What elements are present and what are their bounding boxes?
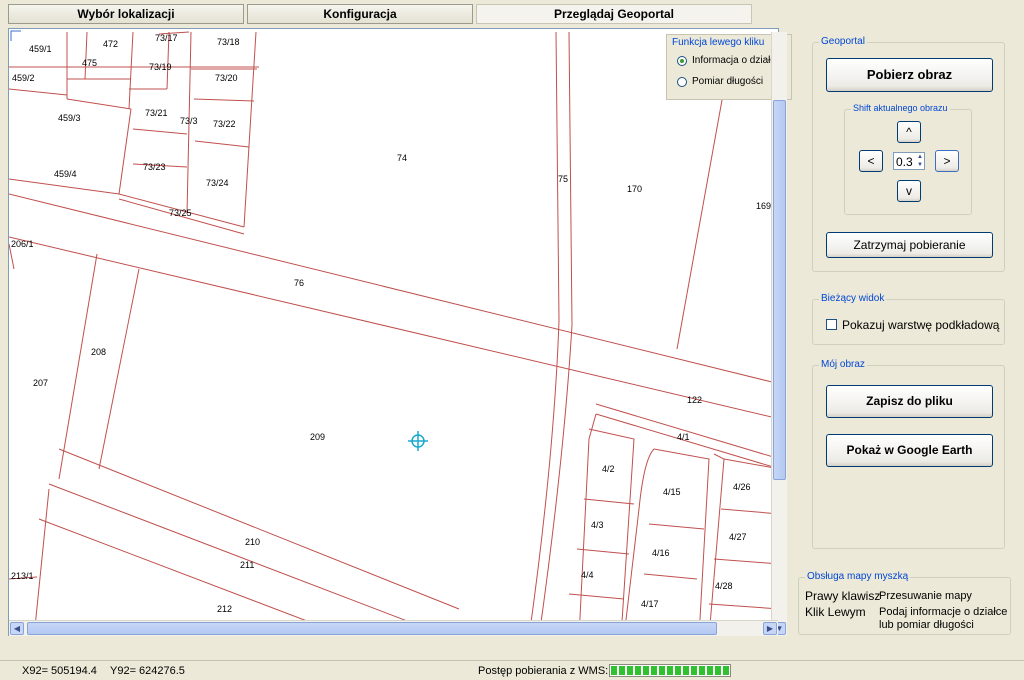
- parcel-label: 207: [33, 378, 48, 388]
- parcel-label: 4/4: [581, 570, 594, 580]
- wms-progress-bar: [609, 664, 731, 677]
- left-click-action-1: Podaj informacje o działce: [879, 606, 1008, 618]
- radio-info-o-dzialce[interactable]: [677, 56, 687, 66]
- parcel-label: 475: [82, 58, 97, 68]
- parcel-label: 472: [103, 39, 118, 49]
- parcel-label: 459/2: [12, 73, 35, 83]
- parcel-label: 73/23: [143, 162, 166, 172]
- parcel-map[interactable]: 459/1 472 73/17 73/18 475 73/19 459/2 73…: [9, 29, 779, 636]
- parcel-label: 4/3: [591, 520, 604, 530]
- scroll-right-icon[interactable]: ▶: [763, 622, 777, 635]
- shift-group: Shift aktualnego obrazu ^ < 0.3 ▲ ▼ > v: [844, 103, 972, 215]
- tab-wybor-lokalizacji[interactable]: Wybór lokalizacji: [8, 4, 244, 24]
- parcel-label: 4/27: [729, 532, 747, 542]
- left-click-action-2: lub pomiar długości: [879, 619, 974, 631]
- parcel-label: 73/17: [155, 33, 178, 43]
- progress-label: Postęp pobierania z WMS:: [478, 665, 609, 677]
- crosshair-icon: [408, 431, 428, 451]
- parcel-label: 459/4: [54, 169, 77, 179]
- show-google-earth-button[interactable]: Pokaż w Google Earth: [826, 434, 993, 467]
- current-view-group: Bieżący widok Pokazuj warstwę podkładową: [812, 293, 1005, 345]
- parcel-label: 208: [91, 347, 106, 357]
- left-click-function-title: Funkcja lewego kliku: [672, 37, 765, 48]
- parcel-label: 211: [240, 560, 254, 570]
- parcel-label: 73/19: [149, 62, 172, 72]
- map-viewport[interactable]: 459/1 472 73/17 73/18 475 73/19 459/2 73…: [8, 28, 779, 636]
- save-to-file-button[interactable]: Zapisz do pliku: [826, 385, 993, 418]
- parcel-label: 212: [217, 604, 232, 614]
- y-coord-value: 624276.5: [139, 665, 185, 677]
- parcel-label: 206/1: [11, 239, 34, 249]
- parcel-label: 73/20: [215, 73, 238, 83]
- shift-left-button[interactable]: <: [859, 150, 883, 172]
- mouse-help-title: Obsługa mapy myszką: [805, 571, 911, 582]
- parcel-label: 73/3: [180, 116, 198, 126]
- shift-right-button[interactable]: >: [935, 150, 959, 172]
- radio-pomiar-label: Pomiar długości: [692, 76, 764, 87]
- parcel-labels: 459/1 472 73/17 73/18 475 73/19 459/2 73…: [11, 33, 778, 614]
- map-horizontal-scrollbar[interactable]: ◀ ▶: [9, 620, 778, 636]
- parcel-label: 122: [687, 395, 702, 405]
- map-vertical-scrollbar[interactable]: ▼: [771, 32, 787, 636]
- parcel-label: 213/1: [11, 571, 34, 581]
- tab-przegladaj-geoportal[interactable]: Przeglądaj Geoportal: [476, 4, 752, 24]
- parcel-label: 4/16: [652, 548, 670, 558]
- shift-value-spinner[interactable]: 0.3 ▲ ▼: [893, 152, 925, 170]
- parcel-label: 210: [245, 537, 260, 547]
- current-view-title: Bieżący widok: [819, 293, 887, 304]
- corner-marker: [10, 30, 21, 41]
- shift-down-button[interactable]: v: [897, 180, 921, 202]
- horizontal-scroll-thumb[interactable]: [27, 622, 717, 635]
- show-base-layer-label: Pokazuj warstwę podkładową: [842, 318, 1000, 332]
- show-base-layer-checkbox[interactable]: [826, 319, 837, 330]
- right-key-label: Prawy klawisz: [805, 589, 881, 603]
- mouse-help-group: Obsługa mapy myszką Prawy klawisz Przesu…: [798, 571, 1011, 635]
- parcel-label: 73/18: [217, 37, 240, 47]
- parcel-label: 4/15: [663, 487, 681, 497]
- parcel-label: 73/22: [213, 119, 236, 129]
- tab-bar: Wybór lokalizacji Konfiguracja Przegląda…: [8, 2, 752, 26]
- parcel-label: 73/24: [206, 178, 229, 188]
- x-coord-label: X92=: [22, 665, 48, 677]
- tab-konfiguracja[interactable]: Konfiguracja: [247, 4, 473, 24]
- parcel-label: 73/21: [145, 108, 168, 118]
- parcel-label: 75: [558, 174, 568, 184]
- parcel-label: 74: [397, 153, 407, 163]
- parcel-label: 4/1: [677, 432, 690, 442]
- shift-group-title: Shift aktualnego obrazu: [851, 103, 950, 113]
- status-bar: X92= 505194.4 Y92= 624276.5 Postęp pobie…: [0, 660, 1024, 680]
- x-coord-value: 505194.4: [51, 665, 97, 677]
- parcel-label: 169: [756, 201, 771, 211]
- parcel-label: 73/25: [169, 208, 192, 218]
- y-coord-label: Y92=: [110, 665, 136, 677]
- parcel-label: 4/28: [715, 581, 733, 591]
- left-click-label: Klik Lewym: [805, 605, 866, 619]
- parcel-label: 4/17: [641, 599, 659, 609]
- vertical-scroll-thumb[interactable]: [773, 100, 786, 480]
- parcel-label: 459/1: [29, 44, 52, 54]
- parcel-label: 4/26: [733, 482, 751, 492]
- parcel-label: 4/2: [602, 464, 615, 474]
- geoportal-group-title: Geoportal: [819, 36, 867, 47]
- scroll-left-icon[interactable]: ◀: [10, 622, 24, 635]
- spinner-arrows-icon[interactable]: ▲ ▼: [917, 153, 923, 169]
- geoportal-group: Geoportal Pobierz obraz Shift aktualnego…: [812, 36, 1005, 272]
- parcel-label: 76: [294, 278, 304, 288]
- parcel-label: 459/3: [58, 113, 81, 123]
- right-key-action: Przesuwanie mapy: [879, 590, 972, 602]
- shift-value: 0.3: [896, 155, 913, 169]
- stop-download-button[interactable]: Zatrzymaj pobieranie: [826, 232, 993, 258]
- parcel-label: 209: [310, 432, 325, 442]
- my-image-group: Mój obraz Zapisz do pliku Pokaż w Google…: [812, 359, 1005, 549]
- my-image-title: Mój obraz: [819, 359, 867, 370]
- radio-info-label: Informacja o działce: [692, 55, 781, 66]
- download-image-button[interactable]: Pobierz obraz: [826, 58, 993, 92]
- wms-progress-fill: [611, 666, 729, 675]
- radio-pomiar-dlugosci[interactable]: [677, 77, 687, 87]
- shift-up-button[interactable]: ^: [897, 121, 921, 143]
- parcel-label: 170: [627, 184, 642, 194]
